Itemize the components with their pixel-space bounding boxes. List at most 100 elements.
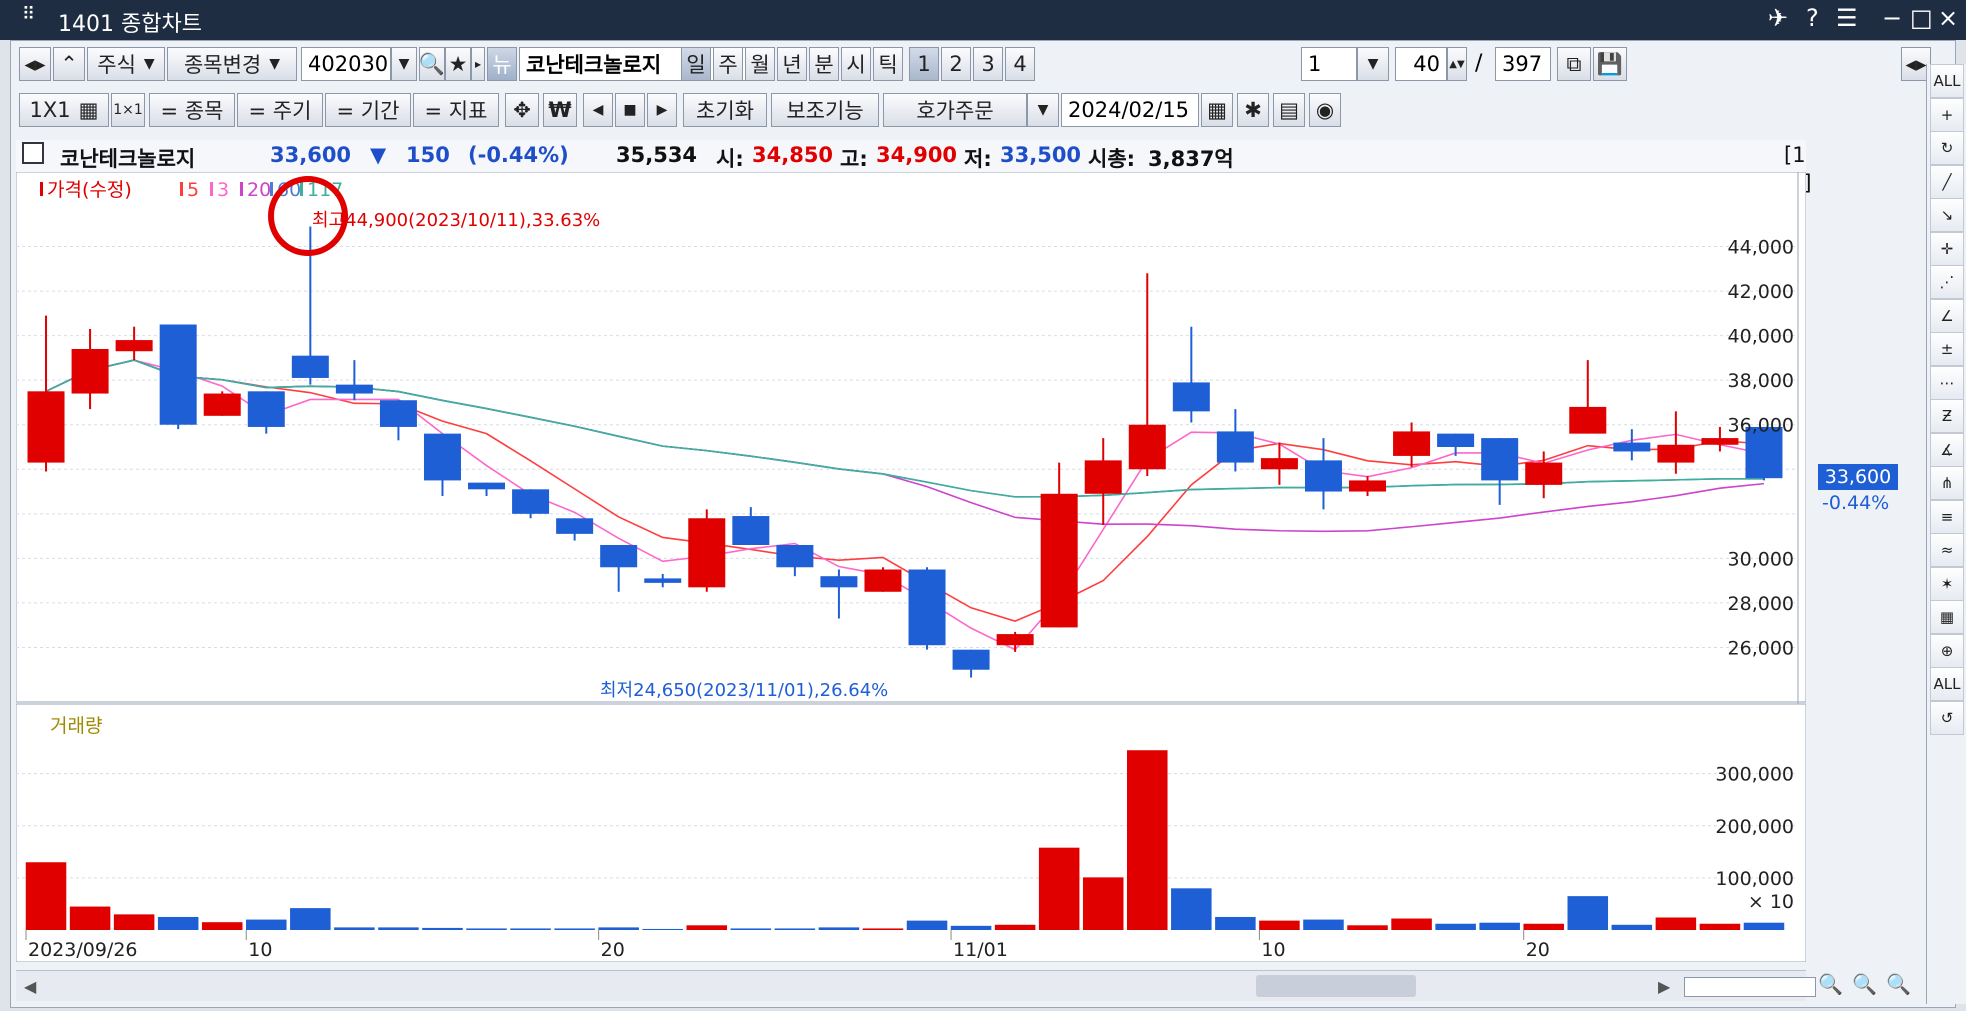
scroll-left-button[interactable]: ◀ [583,93,613,127]
zoom-in-icon[interactable]: 🔍 [1852,972,1877,996]
info-stock-name: 코난테크놀로지 [60,147,196,171]
chart-config-icon[interactable]: ▤ [1273,93,1305,127]
pin-icon[interactable]: ✈ [1768,4,1788,32]
change-stock-select[interactable]: 종목변경 ▼ [167,47,297,81]
candle-body [1569,406,1607,434]
stock-sync-button[interactable]: = 종목 [149,93,235,127]
select-checkbox[interactable] [22,142,44,164]
number-tab-2[interactable]: 3 [973,47,1003,81]
legend-label: 3 [217,179,229,201]
count-input[interactable]: 40 [1395,47,1447,81]
zoom-slider[interactable] [1684,977,1816,997]
period-tab-1[interactable]: 주 [713,47,743,81]
stop-button[interactable]: ■ [615,93,645,127]
angle-icon[interactable]: ∠ [1930,298,1964,333]
interval-dropdown-button[interactable]: ▼ [1357,47,1389,81]
magnify-icon[interactable]: ⊕ [1930,633,1964,668]
cross-icon[interactable]: ✛ [1930,231,1964,266]
price-tick-label: 30,000 [1728,548,1794,570]
undo-icon[interactable]: ↺ [1930,700,1964,735]
x-axis-label: 2023/09/26 [28,939,138,961]
count-stepper[interactable]: ▲▼ [1447,47,1467,81]
candle-body [1481,438,1519,481]
zoom-out-icon[interactable]: 🔍 [1818,972,1843,996]
date-input[interactable]: 2024/02/15 [1061,93,1199,127]
order-dropdown-button[interactable]: ▼ [1027,93,1059,127]
close-icon[interactable]: × [1938,4,1958,32]
all-delete-icon[interactable]: ALL [1930,667,1964,701]
new-badge[interactable]: 뉴 [487,47,517,81]
minimize-icon[interactable]: − [1882,4,1902,32]
fork-icon[interactable]: ⋔ [1930,466,1964,500]
calendar-icon[interactable]: ▦ [1201,93,1233,127]
line-icon[interactable]: ╱ [1930,164,1964,199]
add-window-icon[interactable]: ⧉ [1557,47,1591,81]
help-icon[interactable]: ? [1806,4,1819,32]
candle-body [1172,382,1210,412]
candle-body [1349,480,1387,492]
arc-icon[interactable]: ∡ [1930,432,1964,467]
settings-gear-icon[interactable]: ✱ [1237,93,1269,127]
info-open: 34,850 [752,143,834,167]
favorite-star-icon[interactable]: ★ [445,47,471,81]
arrow-right-icon[interactable]: ▸ [471,47,485,81]
volume-bar [554,928,595,930]
volume-legend: 거래량 [50,715,102,737]
period-tab-2[interactable]: 월 [745,47,775,81]
chart-svg[interactable]: 44,000 42,000 40,000 38,000 36,000 30,000 28,0… [15,171,1807,963]
period-tab-0[interactable]: 일 [681,47,711,81]
period-tab-5[interactable]: 시 [841,47,871,81]
move-icon[interactable]: ✥ [505,93,539,127]
indicator-sync-button[interactable]: = 지표 [413,93,499,127]
period-tab-3[interactable]: 년 [777,47,807,81]
prev-screen-button[interactable]: ◂▸ [19,47,51,81]
period-tab-4[interactable]: 분 [809,47,839,81]
period-sync-button[interactable]: = 기간 [325,93,411,127]
market-select[interactable]: 주식 ▼ [87,47,165,81]
fibonacci-icon[interactable]: ≡ [1930,499,1964,534]
text-icon[interactable]: Ƶ [1930,399,1964,433]
screen-capture-icon[interactable]: ◉ [1309,93,1341,127]
ratio-icon[interactable]: ⋯ [1930,365,1964,400]
fan-icon[interactable]: ⋰ [1930,265,1964,299]
won-button[interactable]: ₩ [543,93,577,127]
all-tools-icon[interactable]: ALL [1930,64,1964,98]
tool-icon[interactable]: + [1930,97,1964,132]
order-button[interactable]: 호가주문 [883,93,1027,127]
x-axis-label: 10 [248,939,272,961]
x-axis-label: 10 [1261,939,1285,961]
menu-icon[interactable]: ☰ [1836,4,1858,32]
scroll-thumb[interactable] [1256,975,1416,997]
interval-input[interactable]: 1 [1301,47,1357,81]
plus-minus-icon[interactable]: ± [1930,332,1964,366]
period-tab-6[interactable]: 틱 [873,47,903,81]
scroll-left-arrow-icon[interactable]: ◀ [24,977,36,996]
aux-function-button[interactable]: 보조기능 [771,93,879,127]
candle-body [556,518,594,534]
stock-code-input[interactable]: 402030 [301,47,391,81]
reset-button[interactable]: 초기화 [683,93,767,127]
scroll-right-arrow-icon[interactable]: ▶ [1658,977,1670,996]
number-tab-1[interactable]: 2 [941,47,971,81]
rotate-icon[interactable]: ↻ [1930,131,1964,165]
pattern-icon[interactable]: ✶ [1930,566,1964,601]
scroll-right-button[interactable]: ▶ [647,93,677,127]
volume-bar [950,925,992,930]
chart-area[interactable]: 44,000 42,000 40,000 38,000 36,000 30,000 28,0… [15,171,1807,963]
wave-icon[interactable]: ≈ [1930,533,1964,567]
single-view-icon[interactable]: 1×1 [111,93,145,127]
horizontal-scrollbar[interactable]: ◀ ▶ [16,970,1816,1001]
zoom-fit-icon[interactable]: 🔍 [1886,972,1911,996]
save-icon[interactable]: 💾 [1593,47,1627,81]
search-icon[interactable]: 🔍 [419,47,445,81]
cycle-sync-button[interactable]: = 주기 [237,93,323,127]
maximize-icon[interactable]: □ [1910,4,1933,32]
grid-icon[interactable]: ▦ [1930,600,1964,634]
layout-button[interactable]: 1X1 ▦ [19,93,109,127]
number-tab-0[interactable]: 1 [909,47,939,81]
info-price: 33,600 [270,143,352,167]
trend-icon[interactable]: ↘ [1930,198,1964,232]
number-tab-3[interactable]: 4 [1005,47,1035,81]
code-dropdown-button[interactable]: ▼ [391,47,417,81]
up-button[interactable]: ⌃ [53,47,85,81]
